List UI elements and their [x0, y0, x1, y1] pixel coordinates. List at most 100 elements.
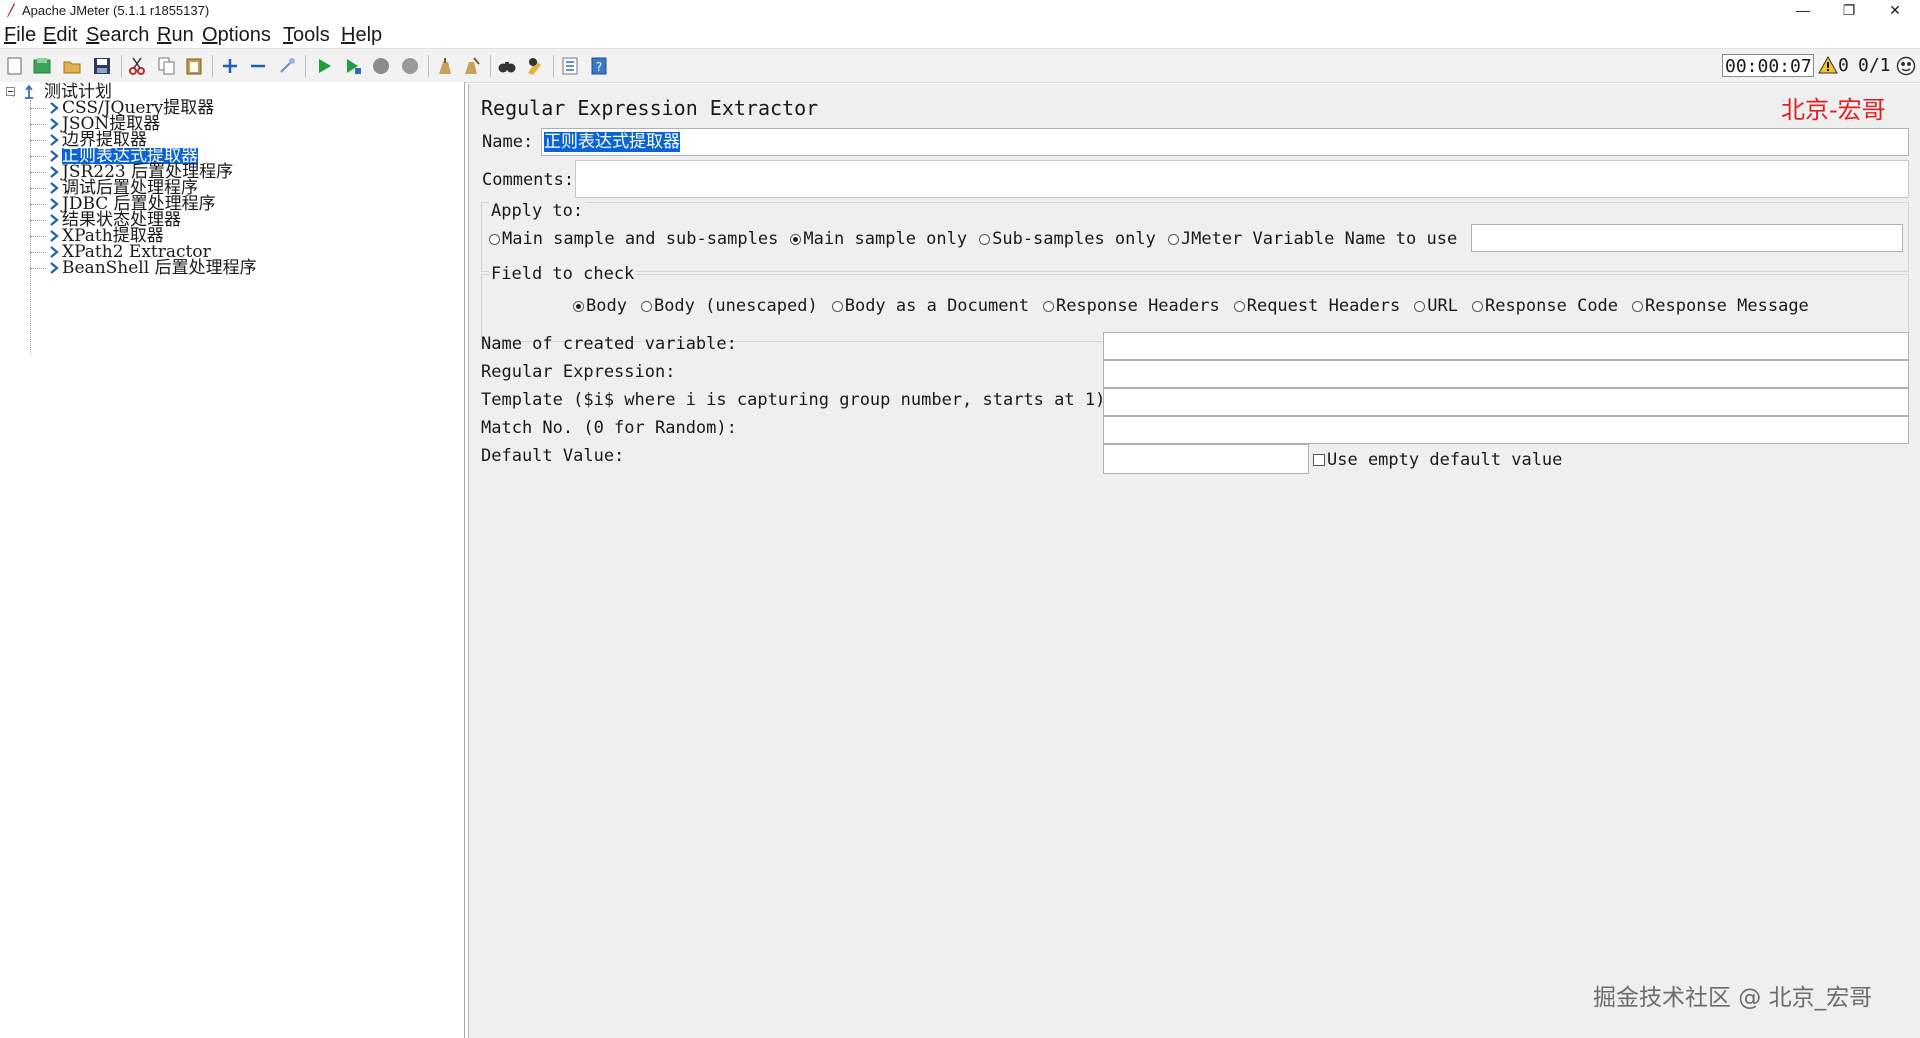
tree-connector [30, 156, 46, 157]
radio-button [489, 234, 500, 245]
tree-connector [30, 140, 46, 141]
jmeter-variable-name-field[interactable] [1471, 224, 1903, 252]
use-empty-default-checkbox[interactable]: Use empty default value [1313, 450, 1562, 470]
field-to-check-option[interactable]: Response Message [1632, 296, 1809, 316]
stop-icon[interactable] [371, 56, 391, 76]
collapse-icon[interactable] [248, 56, 268, 76]
field-to-check-option[interactable]: Response Code [1471, 296, 1619, 316]
cut-icon[interactable] [127, 56, 147, 76]
field-to-check-options: Body Body (unescaped) Body as a Document Re… [573, 296, 1809, 316]
field-to-check-option[interactable]: Body [573, 296, 627, 316]
field-to-check-option-label: Response Code [1484, 296, 1619, 316]
menu-help[interactable]: Help [341, 24, 382, 47]
template-field[interactable] [1103, 388, 1909, 416]
toolbar-separator [121, 55, 122, 77]
field-to-check-label: Field to check [489, 264, 637, 284]
field-to-check-option-label: Body (unescaped) [653, 296, 818, 316]
site-watermark: 掘金技术社区 @ 北京_宏哥 [1593, 985, 1873, 1011]
tree-connector [30, 188, 46, 189]
menu-edit[interactable]: Edit [43, 24, 77, 47]
menu-options[interactable]: Options [202, 24, 271, 47]
field-to-check-option[interactable]: Body as a Document [831, 296, 1029, 316]
test-plan-tree: 测试计划 CSS/JQuery提取器 JSON提取器 边界提取器 正则表达式提取器 JS… [0, 82, 465, 1038]
collapse-toggle-icon[interactable] [6, 87, 15, 96]
regex-extractor-panel: Regular Expression Extractor 北京-宏哥 Name:… [468, 84, 1920, 1038]
copy-icon[interactable] [157, 56, 177, 76]
post-processor-icon [50, 134, 59, 146]
toggle-icon[interactable] [277, 56, 297, 76]
tree-connector [30, 252, 46, 253]
elapsed-timer: 00:00:07 [1722, 54, 1814, 77]
radio-button [1167, 234, 1179, 245]
created-variable-label: Name of created variable: [481, 334, 737, 354]
apply-to-option[interactable]: Main sample and sub-samples [489, 229, 778, 249]
radio-button [1233, 301, 1245, 312]
expand-icon[interactable] [220, 56, 240, 76]
radio-button [831, 301, 843, 312]
clear-all-icon[interactable] [462, 56, 482, 76]
test-plan-icon [25, 85, 33, 99]
toolbar-separator [428, 55, 429, 77]
field-to-check-option-label: Request Headers [1246, 296, 1401, 316]
radio-button [573, 301, 584, 312]
name-label: Name: [482, 132, 534, 152]
tree-connector [30, 124, 46, 125]
menu-tools[interactable]: Tools [283, 24, 330, 47]
field-to-check-option-label: Response Message [1645, 296, 1809, 316]
post-processor-icon [50, 214, 59, 226]
created-variable-field[interactable] [1103, 332, 1909, 360]
warning-indicator[interactable]: 0 [1818, 55, 1849, 76]
menu-search[interactable]: Search [86, 24, 149, 47]
field-to-check-option-label: Response Headers [1055, 296, 1220, 316]
active-threads: 0/1 [1858, 55, 1891, 76]
apply-to-option[interactable]: Sub-samples only [979, 229, 1156, 249]
open-icon[interactable] [62, 56, 82, 76]
tree-item[interactable]: BeanShell 后置处理程序 [62, 260, 257, 277]
field-to-check-option[interactable]: Request Headers [1233, 296, 1401, 316]
field-to-check-option-label: Body as a Document [844, 296, 1029, 316]
default-value-field[interactable] [1103, 444, 1309, 474]
post-processor-icon [50, 262, 59, 274]
comments-field[interactable] [575, 160, 1909, 198]
start-icon[interactable] [314, 56, 334, 76]
checkbox-box [1313, 454, 1325, 466]
save-icon[interactable] [92, 56, 112, 76]
post-processor-icon [50, 198, 59, 210]
post-processor-icon [50, 118, 59, 130]
warning-icon [1818, 55, 1838, 74]
template-label: Template ($i$ where i is capturing group… [481, 390, 1116, 410]
radio-button [1414, 301, 1426, 312]
search-icon[interactable] [497, 56, 517, 76]
start-no-pause-icon[interactable] [343, 56, 363, 76]
apply-to-option-label: JMeter Variable Name to use [1180, 229, 1458, 249]
shutdown-icon[interactable] [400, 56, 420, 76]
match-number-field[interactable] [1103, 416, 1909, 444]
remote-status-icon[interactable] [1896, 56, 1916, 76]
jmeter-feather-icon [7, 3, 15, 17]
apply-to-option[interactable]: JMeter Variable Name to use [1167, 229, 1458, 249]
clear-icon[interactable] [434, 56, 454, 76]
author-watermark: 北京-宏哥 [1781, 96, 1886, 124]
apply-to-options: Main sample and sub-samples Main sample o… [489, 229, 1457, 249]
help-icon[interactable]: ? [589, 56, 609, 76]
new-icon[interactable] [5, 56, 25, 76]
templates-icon[interactable] [32, 56, 52, 76]
menu-run[interactable]: Run [157, 24, 194, 47]
paste-icon[interactable] [184, 56, 204, 76]
apply-to-option[interactable]: Main sample only [790, 229, 967, 249]
close-button[interactable]: ✕ [1872, 0, 1918, 22]
restore-button[interactable]: ❐ [1826, 0, 1872, 22]
use-empty-default-label: Use empty default value [1327, 450, 1563, 470]
minimize-button[interactable]: — [1780, 0, 1826, 22]
post-processor-icon [50, 182, 59, 194]
regular-expression-field[interactable] [1103, 360, 1909, 388]
field-to-check-option[interactable]: URL [1414, 296, 1458, 316]
field-to-check-option[interactable]: Response Headers [1042, 296, 1220, 316]
menu-file[interactable]: File [4, 24, 36, 47]
apply-to-label: Apply to: [489, 201, 586, 221]
name-field[interactable]: 正则表达式提取器 [541, 128, 1909, 156]
field-to-check-option[interactable]: Body (unescaped) [640, 296, 818, 316]
reset-search-icon[interactable] [525, 56, 545, 76]
name-field-value: 正则表达式提取器 [544, 132, 680, 152]
function-helper-icon[interactable] [560, 56, 580, 76]
